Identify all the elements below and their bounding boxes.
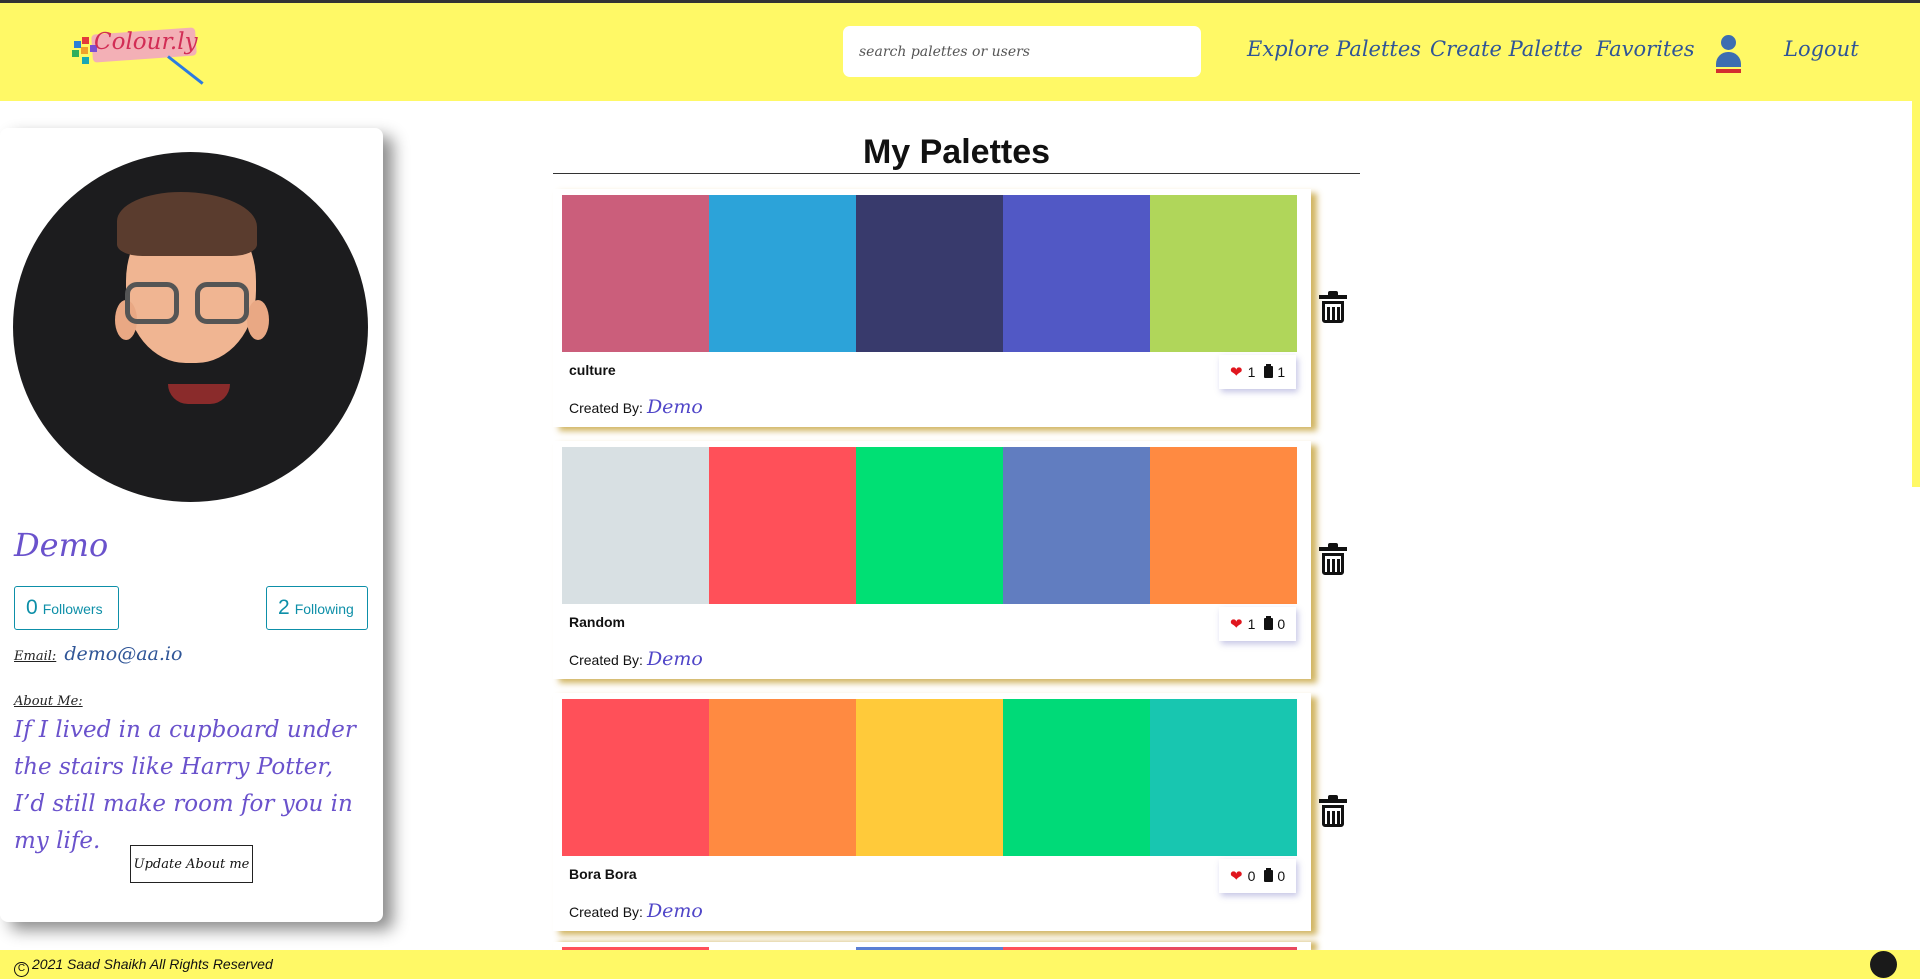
- nav-logout[interactable]: Logout: [1784, 37, 1859, 61]
- created-by: Created By: Demo: [569, 900, 703, 922]
- clipboard-icon[interactable]: [1264, 868, 1274, 882]
- followers-label: Followers: [42, 601, 103, 617]
- footer: C 2021 Saad Shaikh All Rights Reserved: [0, 950, 1920, 979]
- palette-stats: ❤ 1 1: [1219, 355, 1297, 389]
- avatar: [13, 152, 368, 502]
- color-swatch[interactable]: [562, 699, 709, 856]
- likes-count: 1: [1247, 616, 1256, 632]
- color-swatch[interactable]: [1003, 195, 1150, 352]
- followers-button[interactable]: 0 Followers: [14, 586, 119, 630]
- brush-icon: [167, 55, 204, 85]
- copyright-text: 2021 Saad Shaikh All Rights Reserved: [32, 956, 273, 972]
- color-swatch[interactable]: [856, 447, 1003, 604]
- palette-swatches[interactable]: [562, 447, 1297, 604]
- saves-count: 0: [1277, 868, 1286, 884]
- email-row: Email: demo@aa.io: [14, 643, 182, 665]
- palette-card[interactable]: culture ❤ 1 1 Created By: Demo: [553, 189, 1311, 427]
- github-icon[interactable]: [1870, 951, 1897, 978]
- creator-link[interactable]: Demo: [647, 900, 703, 922]
- nav-favorites[interactable]: Favorites: [1596, 37, 1695, 61]
- palette-card[interactable]: Bora Bora ❤ 0 0 Created By: Demo: [553, 693, 1311, 931]
- palette-name[interactable]: culture: [569, 362, 616, 378]
- created-by-label: Created By:: [569, 400, 643, 416]
- heart-icon[interactable]: ❤: [1230, 867, 1243, 885]
- creator-link[interactable]: Demo: [647, 396, 703, 418]
- about-label: About Me:: [14, 694, 83, 709]
- palette-card[interactable]: Random ❤ 1 0 Created By: Demo: [553, 441, 1311, 679]
- likes-count: 0: [1247, 868, 1256, 884]
- creator-link[interactable]: Demo: [647, 648, 703, 670]
- copyright: C 2021 Saad Shaikh All Rights Reserved: [14, 956, 273, 977]
- logo[interactable]: Colour.ly: [72, 25, 212, 85]
- created-by: Created By: Demo: [569, 396, 703, 418]
- color-swatch[interactable]: [709, 447, 856, 604]
- clipboard-icon[interactable]: [1264, 616, 1274, 630]
- created-by-label: Created By:: [569, 652, 643, 668]
- created-by: Created By: Demo: [569, 648, 703, 670]
- nav-create-palette[interactable]: Create Palette: [1430, 37, 1583, 61]
- color-swatch[interactable]: [562, 195, 709, 352]
- following-count: 2: [278, 596, 290, 619]
- nav-explore-palettes[interactable]: Explore Palettes: [1247, 37, 1421, 61]
- palette-name[interactable]: Bora Bora: [569, 866, 637, 882]
- palette-swatches[interactable]: [562, 699, 1297, 856]
- copyright-icon: C: [14, 962, 29, 977]
- logo-text: Colour.ly: [94, 29, 198, 55]
- color-swatch[interactable]: [1150, 447, 1297, 604]
- search-input[interactable]: [843, 26, 1201, 77]
- heart-icon[interactable]: ❤: [1230, 363, 1243, 381]
- color-swatch[interactable]: [1150, 195, 1297, 352]
- palette-stats: ❤ 0 0: [1219, 859, 1297, 893]
- color-swatch[interactable]: [709, 195, 856, 352]
- clipboard-icon[interactable]: [1264, 364, 1274, 378]
- heart-icon[interactable]: ❤: [1230, 615, 1243, 633]
- likes-count: 1: [1247, 364, 1256, 380]
- scrollbar[interactable]: [1912, 101, 1920, 487]
- created-by-label: Created By:: [569, 904, 643, 920]
- palette-name[interactable]: Random: [569, 614, 625, 630]
- navbar: Colour.ly Explore Palettes Create Palett…: [0, 3, 1920, 101]
- color-swatch[interactable]: [1003, 447, 1150, 604]
- color-swatch[interactable]: [856, 699, 1003, 856]
- trash-icon[interactable]: [1319, 291, 1347, 323]
- saves-count: 0: [1277, 616, 1286, 632]
- email-value: demo@aa.io: [64, 643, 183, 665]
- palette-swatches[interactable]: [562, 195, 1297, 352]
- following-label: Following: [294, 601, 354, 617]
- user-profile-icon[interactable]: [1713, 35, 1743, 75]
- followers-count: 0: [26, 596, 38, 619]
- trash-icon[interactable]: [1319, 543, 1347, 575]
- color-swatch[interactable]: [1003, 699, 1150, 856]
- about-label-row: About Me:: [14, 690, 83, 709]
- saves-count: 1: [1277, 364, 1286, 380]
- profile-name: Demo: [14, 526, 109, 564]
- page-title: My Palettes: [553, 131, 1360, 174]
- color-swatch[interactable]: [709, 699, 856, 856]
- about-text: If I lived in a cupboard under the stair…: [14, 717, 356, 854]
- following-button[interactable]: 2 Following: [266, 586, 368, 630]
- color-swatch[interactable]: [562, 447, 709, 604]
- update-about-button[interactable]: Update About me: [130, 845, 253, 883]
- email-label: Email:: [14, 649, 57, 664]
- profile-card: Demo 0 Followers 2 Following Email: demo…: [0, 128, 383, 922]
- trash-icon[interactable]: [1319, 795, 1347, 827]
- palette-stats: ❤ 1 0: [1219, 607, 1297, 641]
- color-swatch[interactable]: [1150, 699, 1297, 856]
- color-swatch[interactable]: [856, 195, 1003, 352]
